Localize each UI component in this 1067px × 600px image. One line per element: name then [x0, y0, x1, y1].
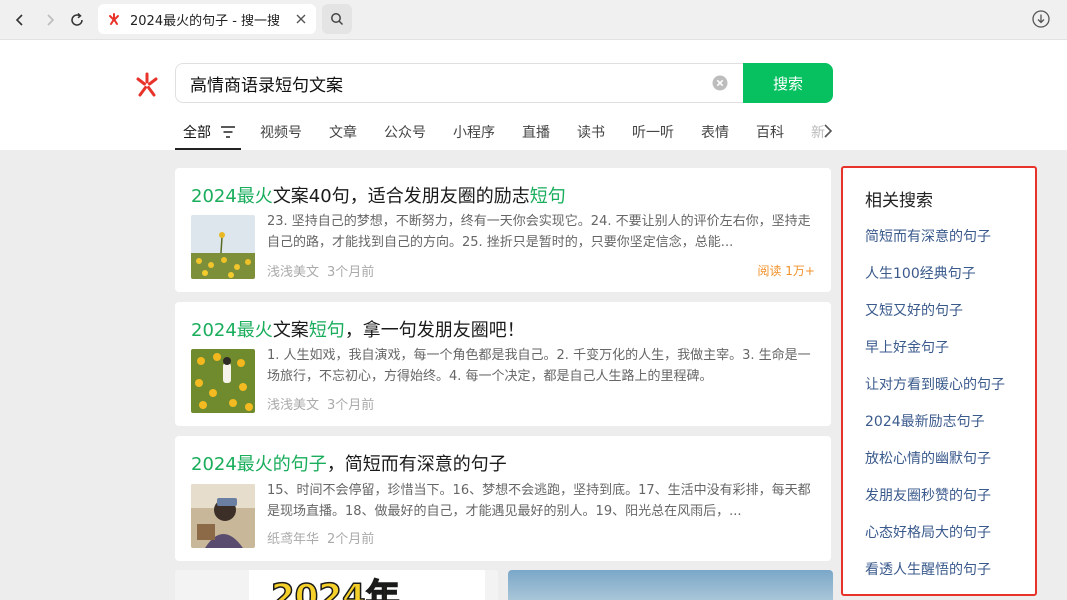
related-item[interactable]: 早上好金句子 [865, 337, 949, 357]
tab-books[interactable]: 读书 [569, 112, 613, 150]
filter-icon[interactable] [221, 126, 235, 138]
tab-audio[interactable]: 听一听 [624, 112, 682, 150]
related-item[interactable]: 心态好格局大的句子 [865, 522, 991, 542]
related-item[interactable]: 2024最新励志句子 [865, 411, 985, 431]
sogou-logo-icon[interactable] [133, 71, 161, 99]
reload-button[interactable] [65, 8, 89, 32]
related-item[interactable]: 发朋友圈秒赞的句子 [865, 485, 991, 505]
browser-toolbar: 2024最火的句子 - 搜一搜 [0, 0, 1067, 40]
flower-field-image [191, 215, 255, 279]
result-source[interactable]: 纸鸢年华 [267, 532, 319, 547]
poster-image: 2024年 [175, 570, 498, 600]
result-card[interactable]: 2024最火文案40句，适合发朋友圈的励志短句 23. 坚持自己的梦想，不断努力… [175, 168, 831, 292]
tab-title: 2024最火的句子 - 搜一搜 [130, 13, 281, 29]
tab-live[interactable]: 直播 [514, 112, 558, 150]
close-icon[interactable] [294, 12, 308, 26]
result-time: 3个月前 [327, 398, 375, 413]
tab-channels[interactable]: 视频号 [252, 112, 310, 150]
result-snippet: 1. 人生如戏，我自演戏，每一个角色都是我自己。2. 千变万化的人生，我做主宰。… [267, 348, 811, 384]
read-count: 阅读 1万+ [757, 264, 815, 278]
sky-image [508, 570, 833, 600]
reload-icon [71, 12, 83, 26]
search-button[interactable]: 搜索 [743, 63, 833, 103]
browser-tab[interactable]: 2024最火的句子 - 搜一搜 [98, 4, 316, 34]
category-tabs: 全部 视频号 文章 公众号 小程序 直播 读书 听一听 表情 百科 新 [175, 112, 837, 150]
image-card[interactable] [508, 570, 833, 600]
related-searches-panel: 相关搜索 简短而有深意的句子 人生100经典句子 又短又好的句子 早上好金句子 … [841, 166, 1037, 596]
browser-search-button[interactable] [322, 4, 352, 34]
result-time: 2个月前 [327, 532, 375, 547]
related-item[interactable]: 让对方看到暖心的句子 [865, 374, 1005, 394]
person-image [191, 484, 255, 548]
result-thumbnail[interactable] [191, 484, 255, 548]
clear-icon[interactable] [712, 75, 728, 91]
result-thumbnail[interactable] [191, 349, 255, 413]
back-button[interactable] [8, 8, 32, 32]
search-header: 搜索 全部 视频号 文章 公众号 小程序 直播 读书 听一听 表情 百科 新 [0, 40, 1067, 150]
tab-all[interactable]: 全部 [175, 112, 241, 150]
result-card[interactable]: 2024最火文案短句，拿一句发朋友圈吧！ 1. 人生如戏，我自演戏，每一个角色都… [175, 302, 831, 426]
result-snippet: 15、时间不会停留，珍惜当下。16、梦想不会逃跑，坚持到底。17、生活中没有彩排… [267, 483, 811, 519]
tab-articles[interactable]: 文章 [321, 112, 365, 150]
result-thumbnail[interactable] [191, 215, 255, 279]
tab-mini-programs[interactable]: 小程序 [445, 112, 503, 150]
tab-encyclopedia[interactable]: 百科 [748, 112, 792, 150]
result-snippet: 23. 坚持自己的梦想，不断努力，终有一天你会实现它。24. 不要让别人的评价左… [267, 214, 811, 250]
result-meta: 纸鸢年华 2个月前 [267, 528, 374, 547]
search-input[interactable] [190, 64, 710, 102]
back-arrow-icon [15, 14, 23, 26]
result-meta: 浅浅美文 3个月前 [267, 394, 374, 413]
related-title: 相关搜索 [865, 191, 933, 211]
download-icon[interactable] [1031, 9, 1051, 29]
result-title[interactable]: 2024最火文案短句，拿一句发朋友圈吧！ [191, 316, 525, 342]
forward-arrow-icon [47, 14, 55, 26]
forward-button[interactable] [38, 8, 62, 32]
result-time: 3个月前 [327, 265, 375, 280]
tab-stickers[interactable]: 表情 [693, 112, 737, 150]
related-item[interactable]: 简短而有深意的句子 [865, 226, 991, 246]
sogou-logo-icon [109, 13, 119, 25]
related-item[interactable]: 放松心情的幽默句子 [865, 448, 991, 468]
chevron-right-icon[interactable] [822, 124, 834, 138]
search-box[interactable] [175, 63, 743, 103]
related-item[interactable]: 看透人生醒悟的句子 [865, 559, 991, 579]
related-item[interactable]: 又短又好的句子 [865, 300, 963, 320]
related-item[interactable]: 人生100经典句子 [865, 263, 976, 283]
result-meta: 浅浅美文 3个月前 [267, 261, 374, 280]
result-source[interactable]: 浅浅美文 [267, 398, 319, 413]
search-icon [331, 13, 344, 26]
result-title[interactable]: 2024最火文案40句，适合发朋友圈的励志短句 [191, 182, 566, 208]
sunflower-field-image [191, 349, 255, 413]
result-title[interactable]: 2024最火的句子，简短而有深意的句子 [191, 450, 507, 476]
result-card[interactable]: 2024最火的句子，简短而有深意的句子 15、时间不会停留，珍惜当下。16、梦想… [175, 436, 831, 561]
image-card[interactable]: 2024年 [175, 570, 498, 600]
poster-text: 2024年 [271, 577, 400, 600]
tab-official-accounts[interactable]: 公众号 [376, 112, 434, 150]
result-source[interactable]: 浅浅美文 [267, 265, 319, 280]
